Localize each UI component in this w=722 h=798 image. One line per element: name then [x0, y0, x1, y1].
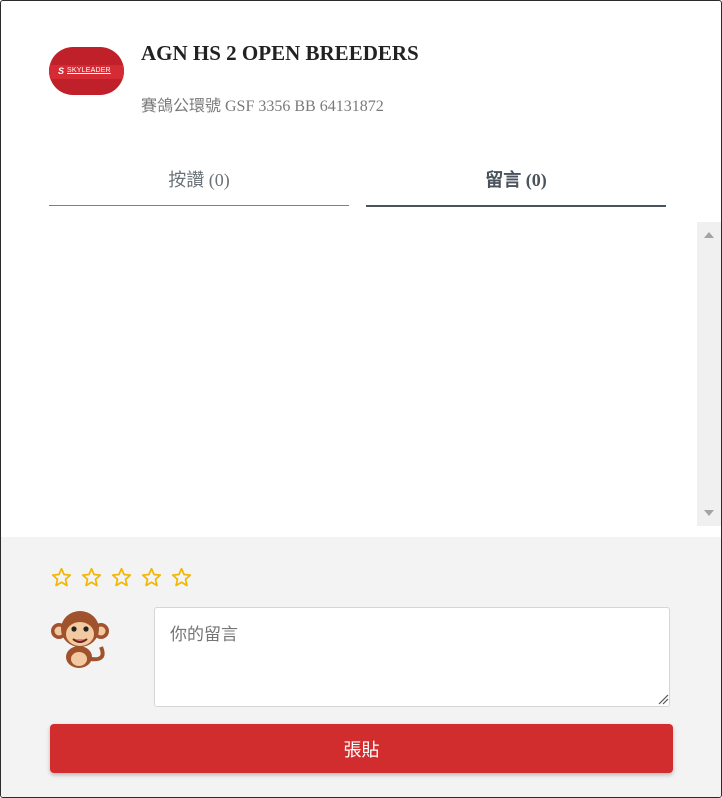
- ring-number: 賽鴿公環號 GSF 3356 BB 64131872: [141, 98, 384, 115]
- comments-scrollbar[interactable]: [697, 222, 721, 526]
- tab-comments-label: 留言 (0): [485, 170, 547, 190]
- comment-form: 張貼: [1, 537, 721, 797]
- star-icon[interactable]: [51, 567, 72, 588]
- star-rating: [51, 567, 197, 591]
- star-icon[interactable]: [171, 567, 192, 588]
- scroll-up-arrow-icon[interactable]: [704, 232, 714, 238]
- scroll-down-arrow-icon[interactable]: [704, 510, 714, 516]
- monkey-avatar-icon: [51, 611, 109, 668]
- comment-input[interactable]: [154, 607, 670, 707]
- comment-dialog: S SKYLEADER AGN HS 2 OPEN BREEDERS 賽鴿公環號…: [0, 0, 722, 798]
- star-icon[interactable]: [111, 567, 132, 588]
- tab-comments[interactable]: 留言 (0): [366, 159, 666, 207]
- tab-likes-label: 按讚 (0): [168, 170, 230, 190]
- logo-mark: S: [58, 66, 65, 76]
- skyleader-logo: S SKYLEADER: [49, 47, 124, 95]
- tab-likes[interactable]: 按讚 (0): [49, 159, 349, 206]
- resize-grip-icon[interactable]: [657, 693, 669, 705]
- logo-text: SKYLEADER: [67, 67, 111, 74]
- page-title: AGN HS 2 OPEN BREEDERS: [141, 41, 419, 65]
- comments-list: [2, 222, 696, 526]
- pigeon-header: S SKYLEADER AGN HS 2 OPEN BREEDERS 賽鴿公環號…: [49, 37, 669, 127]
- tab-bar: 按讚 (0) 留言 (0): [49, 159, 666, 207]
- star-icon[interactable]: [141, 567, 162, 588]
- post-button[interactable]: 張貼: [50, 724, 673, 773]
- star-icon[interactable]: [81, 567, 102, 588]
